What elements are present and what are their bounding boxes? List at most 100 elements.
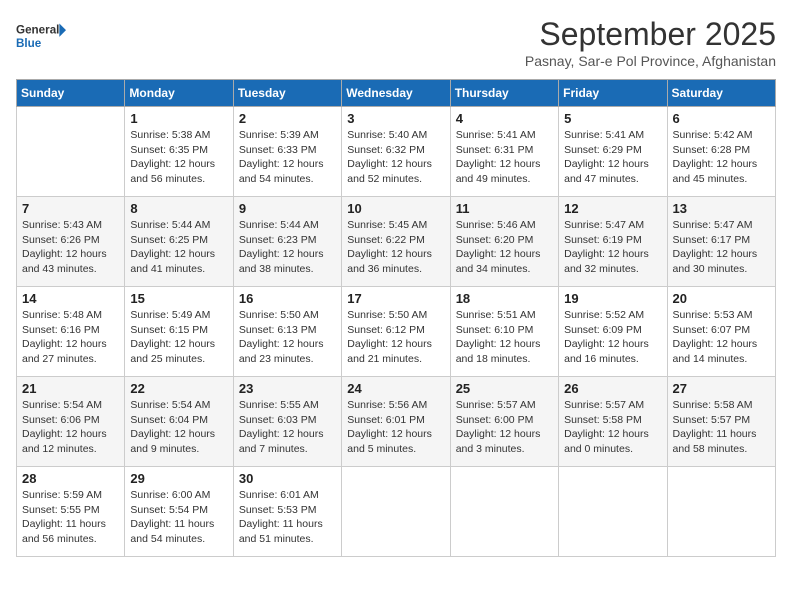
day-number: 1 [130, 111, 227, 126]
week-row-5: 28Sunrise: 5:59 AM Sunset: 5:55 PM Dayli… [17, 467, 776, 557]
logo-svg: General Blue [16, 16, 66, 56]
day-info: Sunrise: 5:38 AM Sunset: 6:35 PM Dayligh… [130, 128, 227, 187]
day-info: Sunrise: 5:44 AM Sunset: 6:25 PM Dayligh… [130, 218, 227, 277]
calendar-cell: 2 Sunrise: 5:39 AM Sunset: 6:33 PM Daylig… [233, 107, 341, 197]
header-tuesday: Tuesday [233, 80, 341, 107]
calendar-cell: 17 Sunrise: 5:50 AM Sunset: 6:12 PM Dayli… [342, 287, 450, 377]
calendar-cell: 28Sunrise: 5:59 AM Sunset: 5:55 PM Dayli… [17, 467, 125, 557]
calendar-cell: 16Sunrise: 5:50 AM Sunset: 6:13 PM Dayli… [233, 287, 341, 377]
calendar-cell: 26 Sunrise: 5:57 AM Sunset: 5:58 PM Dayli… [559, 377, 667, 467]
day-info: Sunrise: 5:54 AM Sunset: 6:06 PM Dayligh… [22, 398, 119, 457]
day-number: 22 [130, 381, 227, 396]
header-friday: Friday [559, 80, 667, 107]
calendar-cell [342, 467, 450, 557]
calendar-cell: 12Sunrise: 5:47 AM Sunset: 6:19 PM Dayli… [559, 197, 667, 287]
day-info: Sunrise: 5:41 AM Sunset: 6:31 PM Dayligh… [456, 128, 553, 187]
calendar-cell: 21 Sunrise: 5:54 AM Sunset: 6:06 PM Dayli… [17, 377, 125, 467]
day-number: 15 [130, 291, 227, 306]
calendar-cell: 22Sunrise: 5:54 AM Sunset: 6:04 PM Dayli… [125, 377, 233, 467]
day-number: 29 [130, 471, 227, 486]
calendar-cell: 8 Sunrise: 5:44 AM Sunset: 6:25 PM Daylig… [125, 197, 233, 287]
day-number: 23 [239, 381, 336, 396]
day-info: Sunrise: 5:47 AM Sunset: 6:17 PM Dayligh… [673, 218, 770, 277]
day-number: 30 [239, 471, 336, 486]
day-number: 4 [456, 111, 553, 126]
calendar-cell: 6 Sunrise: 5:42 AM Sunset: 6:28 PM Daylig… [667, 107, 775, 197]
day-info: Sunrise: 6:01 AM Sunset: 5:53 PM Dayligh… [239, 488, 336, 547]
header-monday: Monday [125, 80, 233, 107]
week-row-4: 21 Sunrise: 5:54 AM Sunset: 6:06 PM Dayli… [17, 377, 776, 467]
day-number: 18 [456, 291, 553, 306]
calendar-cell: 20 Sunrise: 5:53 AM Sunset: 6:07 PM Dayli… [667, 287, 775, 377]
day-number: 25 [456, 381, 553, 396]
header-sunday: Sunday [17, 80, 125, 107]
calendar-cell [667, 467, 775, 557]
day-info: Sunrise: 5:50 AM Sunset: 6:12 PM Dayligh… [347, 308, 444, 367]
calendar-cell: 23 Sunrise: 5:55 AM Sunset: 6:03 PM Dayli… [233, 377, 341, 467]
day-info: Sunrise: 5:48 AM Sunset: 6:16 PM Dayligh… [22, 308, 119, 367]
month-title: September 2025 [525, 16, 776, 53]
day-info: Sunrise: 5:51 AM Sunset: 6:10 PM Dayligh… [456, 308, 553, 367]
day-number: 3 [347, 111, 444, 126]
day-number: 14 [22, 291, 119, 306]
day-number: 21 [22, 381, 119, 396]
calendar-cell: 10 Sunrise: 5:45 AM Sunset: 6:22 PM Dayli… [342, 197, 450, 287]
day-info: Sunrise: 5:42 AM Sunset: 6:28 PM Dayligh… [673, 128, 770, 187]
day-number: 8 [130, 201, 227, 216]
calendar-cell: 14 Sunrise: 5:48 AM Sunset: 6:16 PM Dayli… [17, 287, 125, 377]
calendar-cell [559, 467, 667, 557]
calendar-cell: 4 Sunrise: 5:41 AM Sunset: 6:31 PM Daylig… [450, 107, 558, 197]
day-info: Sunrise: 5:47 AM Sunset: 6:19 PM Dayligh… [564, 218, 661, 277]
day-info: Sunrise: 5:56 AM Sunset: 6:01 PM Dayligh… [347, 398, 444, 457]
day-info: Sunrise: 5:55 AM Sunset: 6:03 PM Dayligh… [239, 398, 336, 457]
day-info: Sunrise: 5:46 AM Sunset: 6:20 PM Dayligh… [456, 218, 553, 277]
day-info: Sunrise: 5:49 AM Sunset: 6:15 PM Dayligh… [130, 308, 227, 367]
page-header: General Blue September 2025 Pasnay, Sar-… [16, 16, 776, 69]
day-number: 28 [22, 471, 119, 486]
logo: General Blue [16, 16, 66, 56]
calendar-cell: 19Sunrise: 5:52 AM Sunset: 6:09 PM Dayli… [559, 287, 667, 377]
day-number: 17 [347, 291, 444, 306]
day-info: Sunrise: 5:57 AM Sunset: 5:58 PM Dayligh… [564, 398, 661, 457]
day-number: 2 [239, 111, 336, 126]
calendar-cell: 7Sunrise: 5:43 AM Sunset: 6:26 PM Daylig… [17, 197, 125, 287]
calendar-cell: 25 Sunrise: 5:57 AM Sunset: 6:00 PM Dayli… [450, 377, 558, 467]
calendar-cell: 11 Sunrise: 5:46 AM Sunset: 6:20 PM Dayli… [450, 197, 558, 287]
day-info: Sunrise: 5:53 AM Sunset: 6:07 PM Dayligh… [673, 308, 770, 367]
calendar-cell: 9 Sunrise: 5:44 AM Sunset: 6:23 PM Daylig… [233, 197, 341, 287]
day-number: 6 [673, 111, 770, 126]
day-info: Sunrise: 5:57 AM Sunset: 6:00 PM Dayligh… [456, 398, 553, 457]
location-subtitle: Pasnay, Sar-e Pol Province, Afghanistan [525, 53, 776, 69]
day-number: 10 [347, 201, 444, 216]
day-number: 11 [456, 201, 553, 216]
day-number: 24 [347, 381, 444, 396]
day-info: Sunrise: 5:39 AM Sunset: 6:33 PM Dayligh… [239, 128, 336, 187]
day-number: 9 [239, 201, 336, 216]
week-row-2: 7Sunrise: 5:43 AM Sunset: 6:26 PM Daylig… [17, 197, 776, 287]
calendar-cell: 18 Sunrise: 5:51 AM Sunset: 6:10 PM Dayli… [450, 287, 558, 377]
day-info: Sunrise: 5:44 AM Sunset: 6:23 PM Dayligh… [239, 218, 336, 277]
header-wednesday: Wednesday [342, 80, 450, 107]
calendar-cell: 13Sunrise: 5:47 AM Sunset: 6:17 PM Dayli… [667, 197, 775, 287]
header-thursday: Thursday [450, 80, 558, 107]
day-number: 20 [673, 291, 770, 306]
day-number: 26 [564, 381, 661, 396]
day-number: 27 [673, 381, 770, 396]
calendar-cell [450, 467, 558, 557]
day-info: Sunrise: 6:00 AM Sunset: 5:54 PM Dayligh… [130, 488, 227, 547]
day-info: Sunrise: 5:45 AM Sunset: 6:22 PM Dayligh… [347, 218, 444, 277]
svg-text:General: General [16, 24, 59, 37]
calendar-cell: 1 Sunrise: 5:38 AM Sunset: 6:35 PM Daylig… [125, 107, 233, 197]
day-info: Sunrise: 5:50 AM Sunset: 6:13 PM Dayligh… [239, 308, 336, 367]
week-row-3: 14 Sunrise: 5:48 AM Sunset: 6:16 PM Dayli… [17, 287, 776, 377]
calendar-cell: 29 Sunrise: 6:00 AM Sunset: 5:54 PM Dayli… [125, 467, 233, 557]
calendar-cell: 30 Sunrise: 6:01 AM Sunset: 5:53 PM Dayli… [233, 467, 341, 557]
calendar-cell: 5Sunrise: 5:41 AM Sunset: 6:29 PM Daylig… [559, 107, 667, 197]
week-row-1: 1 Sunrise: 5:38 AM Sunset: 6:35 PM Daylig… [17, 107, 776, 197]
calendar-cell: 27Sunrise: 5:58 AM Sunset: 5:57 PM Dayli… [667, 377, 775, 467]
calendar-header-row: SundayMondayTuesdayWednesdayThursdayFrid… [17, 80, 776, 107]
calendar-cell: 15 Sunrise: 5:49 AM Sunset: 6:15 PM Dayli… [125, 287, 233, 377]
day-number: 5 [564, 111, 661, 126]
day-info: Sunrise: 5:40 AM Sunset: 6:32 PM Dayligh… [347, 128, 444, 187]
calendar-table: SundayMondayTuesdayWednesdayThursdayFrid… [16, 79, 776, 557]
